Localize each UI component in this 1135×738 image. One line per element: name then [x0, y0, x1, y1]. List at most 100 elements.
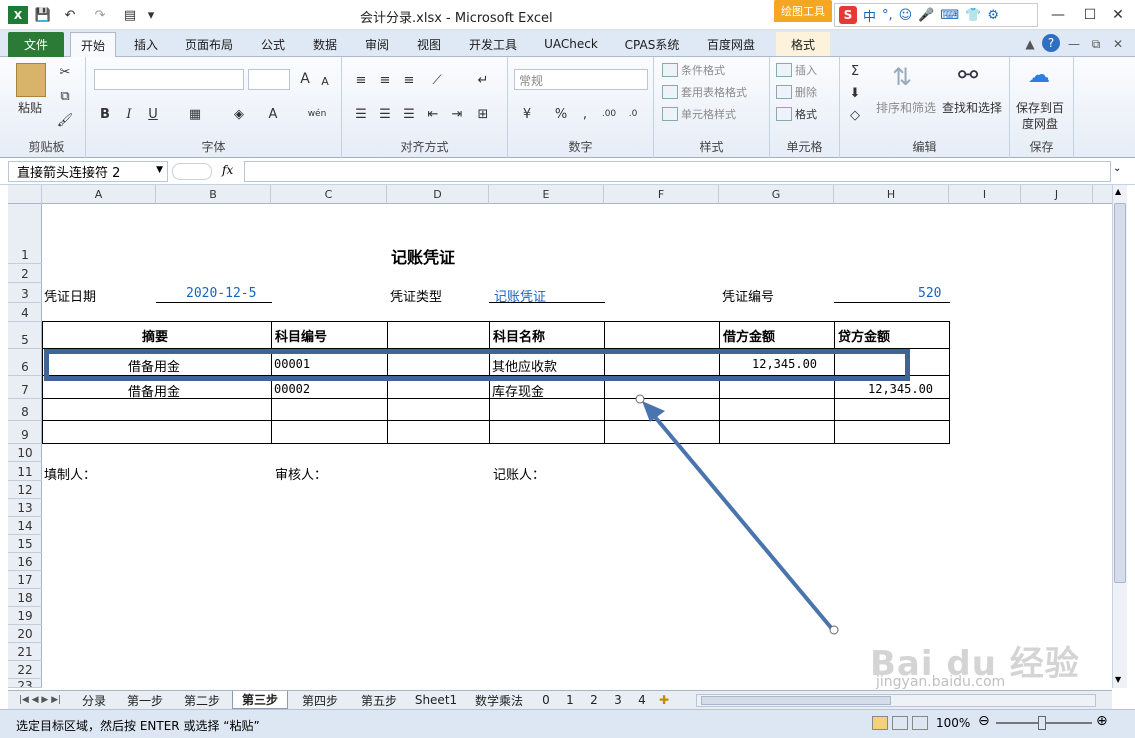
align-top-icon[interactable]: ≡	[352, 71, 370, 89]
format-cells-button[interactable]: 格式	[776, 106, 817, 122]
tab-file[interactable]: 文件	[8, 32, 64, 57]
tab-format[interactable]: 格式	[776, 32, 830, 56]
row-header[interactable]: 13	[8, 499, 42, 517]
tab-data[interactable]: 数据	[304, 32, 346, 56]
fill-icon[interactable]: ⬇	[846, 84, 864, 102]
sogou-icon[interactable]: S	[839, 6, 857, 24]
insert-function-button[interactable]: fx	[222, 163, 233, 177]
column-header[interactable]: B	[156, 185, 271, 204]
autosum-icon[interactable]: Σ	[846, 62, 864, 80]
sheet-tab[interactable]: 第五步	[352, 691, 406, 709]
row-header[interactable]: 21	[8, 643, 42, 661]
scroll-thumb[interactable]	[1114, 203, 1126, 583]
customize-qat-icon[interactable]: ▾	[144, 6, 158, 24]
select-all-corner[interactable]	[8, 185, 42, 204]
row-header[interactable]: 11	[8, 462, 42, 481]
row-header[interactable]: 8	[8, 399, 42, 421]
save-icon[interactable]: 💾	[34, 6, 52, 24]
align-bottom-icon[interactable]: ≡	[400, 71, 418, 89]
sheet-tab[interactable]: 1	[560, 691, 580, 709]
row-header[interactable]: 14	[8, 517, 42, 535]
sheet-tab[interactable]: 4	[632, 691, 652, 709]
sheet-tab[interactable]: 第一步	[118, 691, 172, 709]
wrap-text-icon[interactable]: ↵	[474, 71, 492, 89]
tab-cpas[interactable]: CPAS系统	[616, 32, 688, 56]
decrease-decimal-icon[interactable]: .0	[624, 105, 642, 123]
decrease-indent-icon[interactable]: ⇤	[424, 105, 442, 123]
ime-voice-icon[interactable]: 🎤	[918, 8, 934, 23]
arrow-connector-line[interactable]	[648, 409, 835, 632]
format-as-table-button[interactable]: 套用表格格式	[662, 84, 747, 100]
comma-style-icon[interactable]: ,	[576, 105, 594, 123]
number-format-combo[interactable]: 常规	[514, 69, 648, 90]
undo-icon[interactable]: ↶	[58, 6, 82, 24]
conditional-format-button[interactable]: 条件格式	[662, 62, 725, 78]
row-header[interactable]: 10	[8, 444, 42, 462]
hscroll-thumb[interactable]	[701, 696, 891, 705]
tab-view[interactable]: 视图	[408, 32, 450, 56]
scroll-up-icon[interactable]: ▲	[1115, 187, 1121, 196]
connector-start-handle[interactable]	[635, 394, 645, 404]
font-size-combo[interactable]	[248, 69, 290, 90]
zoom-level[interactable]: 100%	[936, 716, 970, 730]
maximize-icon[interactable]: ☐	[1076, 6, 1104, 24]
find-select-button[interactable]: 查找和选择	[942, 99, 1002, 116]
increase-indent-icon[interactable]: ⇥	[448, 105, 466, 123]
row-header[interactable]: 7	[8, 376, 42, 399]
grow-font-icon[interactable]: A	[296, 70, 314, 88]
sheet-tab[interactable]: 分录	[74, 691, 114, 709]
zoom-in-icon[interactable]: ⊕	[1096, 713, 1108, 729]
align-middle-icon[interactable]: ≡	[376, 71, 394, 89]
bold-button[interactable]: B	[96, 105, 114, 123]
formula-expand-icon[interactable]: ⌄	[1113, 163, 1121, 174]
name-box-dropdown-icon[interactable]: ▼	[156, 165, 163, 175]
row-header[interactable]: 22	[8, 661, 42, 679]
ime-emoji-icon[interactable]: ☺	[899, 8, 913, 23]
save-to-netdisk-line1[interactable]: 保存到百	[1016, 99, 1064, 116]
column-header[interactable]: C	[271, 185, 387, 204]
tab-review[interactable]: 审阅	[356, 32, 398, 56]
ime-skin-icon[interactable]: 👕	[965, 8, 981, 23]
column-header[interactable]: D	[387, 185, 489, 204]
align-center-icon[interactable]: ☰	[376, 105, 394, 123]
sheet-tab[interactable]: 数学乘法	[466, 691, 532, 709]
tab-baidu-netdisk[interactable]: 百度网盘	[698, 32, 764, 56]
row-header[interactable]: 17	[8, 571, 42, 589]
column-header[interactable]: H	[834, 185, 949, 204]
sheet-tab[interactable]: 第二步	[176, 691, 228, 709]
ime-punctuation-icon[interactable]: °,	[882, 8, 893, 23]
formula-bar-splitter[interactable]	[172, 163, 212, 180]
italic-button[interactable]: I	[120, 105, 138, 123]
paste-button[interactable]: 粘贴	[18, 99, 42, 116]
percent-button[interactable]: %	[552, 105, 570, 123]
cut-icon[interactable]: ✂	[56, 63, 74, 81]
worksheet[interactable]: 记账凭证 凭证日期 2020-12-5 凭证类型 记账凭证 凭证编号 520 摘…	[42, 204, 1112, 690]
row-header[interactable]: 20	[8, 625, 42, 643]
row-header[interactable]: 3	[8, 283, 42, 303]
name-box[interactable]: 直接箭头连接符 2 ▼	[8, 161, 168, 182]
row-header[interactable]: 19	[8, 607, 42, 625]
doc-close-icon[interactable]: ✕	[1108, 32, 1128, 56]
row-header[interactable]: 23	[8, 679, 42, 688]
minimize-icon[interactable]: —	[1044, 6, 1072, 24]
sheet-tab[interactable]: 第四步	[292, 691, 348, 709]
row-header[interactable]: 9	[8, 421, 42, 444]
underline-button[interactable]: U	[144, 105, 162, 123]
column-header[interactable]: I	[949, 185, 1021, 204]
ime-chinese-mode[interactable]: 中	[863, 6, 876, 25]
doc-minimize-icon[interactable]: —	[1064, 32, 1084, 56]
column-header[interactable]: A	[42, 185, 156, 204]
tab-insert[interactable]: 插入	[124, 32, 168, 56]
copy-icon[interactable]: ⧉	[56, 87, 74, 105]
font-name-combo[interactable]	[94, 69, 244, 90]
row-header[interactable]: 6	[8, 349, 42, 376]
ime-keyboard-icon[interactable]: ⌨	[940, 8, 959, 23]
formula-input[interactable]	[244, 161, 1111, 182]
print-preview-icon[interactable]: ▤	[120, 6, 140, 24]
row-header[interactable]: 4	[8, 303, 42, 322]
align-right-icon[interactable]: ☰	[400, 105, 418, 123]
zoom-out-icon[interactable]: ⊖	[978, 713, 990, 729]
save-to-netdisk-line2[interactable]: 度网盘	[1022, 115, 1058, 132]
doc-restore-icon[interactable]: ⧉	[1086, 32, 1106, 56]
row-header[interactable]: 18	[8, 589, 42, 607]
